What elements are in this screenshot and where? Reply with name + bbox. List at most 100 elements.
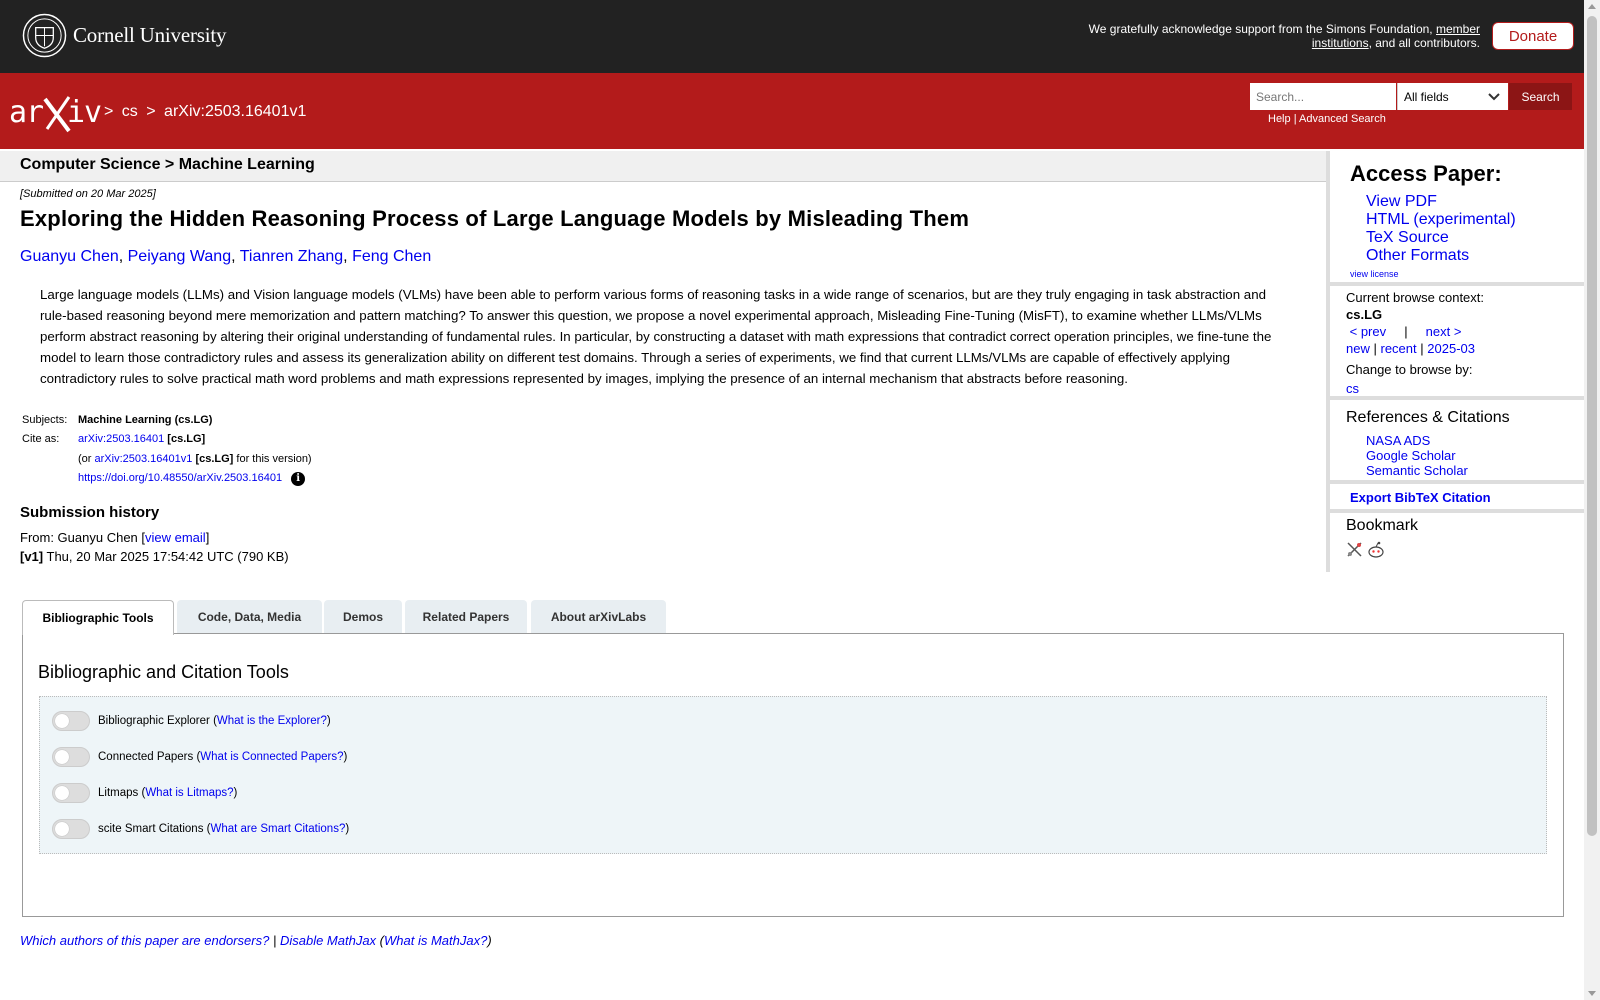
author-link[interactable]: Feng Chen (352, 248, 431, 265)
google-scholar-link[interactable]: Google Scholar (1366, 448, 1468, 463)
author-link[interactable]: Guanyu Chen (20, 248, 119, 265)
cornell-seal-icon (22, 13, 67, 58)
sidebar-divider (1330, 509, 1590, 513)
donate-button[interactable]: Donate (1492, 22, 1574, 50)
help-links: Help | Advanced Search (1268, 113, 1386, 125)
subject-header: Computer Science > Machine Learning (0, 151, 1328, 182)
help-link[interactable]: Help (1268, 113, 1291, 125)
from-suffix: ] (205, 530, 210, 545)
nasa-ads-link[interactable]: NASA ADS (1366, 433, 1468, 448)
sidebar-divider (1330, 480, 1590, 484)
advanced-search-link[interactable]: Advanced Search (1299, 113, 1386, 125)
footer-links: Which authors of this paper are endorser… (20, 933, 492, 948)
footer-sep: | (272, 933, 277, 948)
cite-id-link[interactable]: arXiv:2503.16401 (78, 433, 164, 445)
author-list: Guanyu Chen, Peiyang Wang, Tianren Zhang… (20, 248, 432, 265)
refs-links: NASA ADS Google Scholar Semantic Scholar (1366, 433, 1468, 478)
connected-papers-toggle[interactable] (52, 747, 90, 767)
support-suffix: , and all contributors. (1368, 36, 1480, 50)
tab-code-data-media[interactable]: Code, Data, Media (177, 600, 322, 634)
cite-version-tag: [cs.LG] (195, 453, 234, 465)
change-browse-cs[interactable]: cs (1346, 380, 1484, 397)
refs-title: References & Citations (1346, 409, 1510, 426)
tool-help-link[interactable]: What is the Explorer? (217, 715, 327, 727)
tool-help-link[interactable]: What is Connected Papers? (200, 751, 343, 763)
breadcrumb-sep: > (104, 103, 114, 120)
access-links: View PDF HTML (experimental) TeX Source … (1366, 193, 1516, 265)
bookmark-icons (1346, 541, 1385, 559)
new-link[interactable]: new (1346, 341, 1370, 356)
cite-version-suffix: for this version) (236, 453, 312, 465)
tab-demos[interactable]: Demos (324, 600, 402, 634)
scroll-down-arrow-icon[interactable] (1588, 991, 1596, 996)
bibliographic-explorer-toggle[interactable] (52, 711, 90, 731)
tool-help-link[interactable]: What are Smart Citations? (210, 823, 345, 835)
prev-link[interactable]: < prev (1350, 324, 1387, 339)
what-is-mathjax-link[interactable]: What is MathJax? (384, 933, 487, 948)
search-field-select[interactable]: All fields (1397, 83, 1508, 110)
semantic-scholar-link[interactable]: Semantic Scholar (1366, 463, 1468, 478)
support-prefix: We gratefully acknowledge support from t… (1088, 22, 1433, 36)
export-bibtex-link[interactable]: Export BibTeX Citation (1350, 490, 1491, 505)
submission-history-title: Submission history (20, 504, 160, 521)
sidebar-divider (1330, 396, 1590, 400)
view-email-link[interactable]: view email (145, 530, 206, 545)
chevron-down-icon (1488, 93, 1500, 101)
tab-related-papers[interactable]: Related Papers (405, 600, 527, 634)
search-button[interactable]: Search (1509, 83, 1572, 110)
tab-panel: Bibliographic and Citation Tools Bibliog… (22, 633, 1564, 917)
cite-label: Cite as: (22, 433, 60, 445)
paper-title: Exploring the Hidden Reasoning Process o… (20, 206, 970, 231)
scroll-up-arrow-icon[interactable] (1588, 4, 1596, 9)
tool-row: Litmaps (What is Litmaps?) (52, 783, 237, 803)
arxiv-logo[interactable]: ar iv (9, 91, 101, 135)
access-paper-title: Access Paper: (1350, 161, 1502, 186)
author-link[interactable]: Tianren Zhang (240, 248, 343, 265)
cornell-logo[interactable]: Cornell University (22, 13, 226, 58)
browse-context-label: Current browse context: (1346, 290, 1485, 305)
other-formats-link[interactable]: Other Formats (1366, 247, 1516, 265)
endorsers-link[interactable]: Which authors of this paper are endorser… (20, 933, 269, 948)
svg-text:ar: ar (9, 95, 43, 130)
cornell-name: Cornell University (73, 23, 227, 47)
tool-help-link[interactable]: What is Litmaps? (145, 787, 233, 799)
breadcrumb-cs[interactable]: cs (122, 103, 138, 120)
subject-header-text: Computer Science > Machine Learning (20, 156, 315, 173)
prev-next: < prev | next > (1346, 323, 1484, 340)
tab-bibliographic-tools[interactable]: Bibliographic Tools (22, 600, 174, 635)
view-license-link[interactable]: view license (1350, 269, 1399, 279)
tool-row: Bibliographic Explorer (What is the Expl… (52, 711, 331, 731)
disable-mathjax-link[interactable]: Disable MathJax (280, 933, 376, 948)
submission-from: From: Guanyu Chen [view email] (20, 530, 209, 545)
info-icon[interactable]: i (291, 472, 306, 486)
tool-label: Connected Papers (98, 751, 194, 763)
search-field-value: All fields (1404, 89, 1449, 104)
html-link[interactable]: HTML (experimental) (1366, 211, 1516, 229)
month-link[interactable]: 2025-03 (1427, 341, 1475, 356)
tools-title: Bibliographic and Citation Tools (38, 662, 289, 682)
tab-about-arxivlabs[interactable]: About arXivLabs (531, 600, 666, 634)
scrollbar[interactable] (1584, 0, 1600, 1000)
breadcrumb-id: arXiv:2503.16401v1 (164, 103, 307, 120)
cite-version-link[interactable]: arXiv:2503.16401v1 (95, 453, 193, 465)
top-bar: Cornell University We gratefully acknowl… (0, 0, 1584, 73)
bibsonomy-icon[interactable] (1346, 541, 1363, 558)
doi: https://doi.org/10.48550/arXiv.2503.1640… (78, 472, 306, 486)
recent-link[interactable]: recent (1381, 341, 1417, 356)
author-link[interactable]: Peiyang Wang (128, 248, 231, 265)
breadcrumb: > cs > arXiv:2503.16401v1 (104, 103, 310, 121)
tools-box: Bibliographic Explorer (What is the Expl… (39, 696, 1547, 854)
search-input[interactable]: Search... (1250, 83, 1396, 110)
tex-source-link[interactable]: TeX Source (1366, 229, 1516, 247)
view-pdf-link[interactable]: View PDF (1366, 193, 1516, 211)
scite-toggle[interactable] (52, 819, 90, 839)
change-browse-label: Change to browse by: (1346, 362, 1473, 377)
tool-row: Connected Papers (What is Connected Pape… (52, 747, 347, 767)
reddit-icon[interactable] (1367, 541, 1385, 559)
doi-link[interactable]: https://doi.org/10.48550/arXiv.2503.1640… (78, 472, 282, 484)
scroll-thumb[interactable] (1587, 16, 1597, 836)
litmaps-toggle[interactable] (52, 783, 90, 803)
next-link[interactable]: next > (1426, 324, 1462, 339)
subjects-label: Subjects: (22, 414, 68, 426)
tool-label: Bibliographic Explorer (98, 715, 210, 727)
